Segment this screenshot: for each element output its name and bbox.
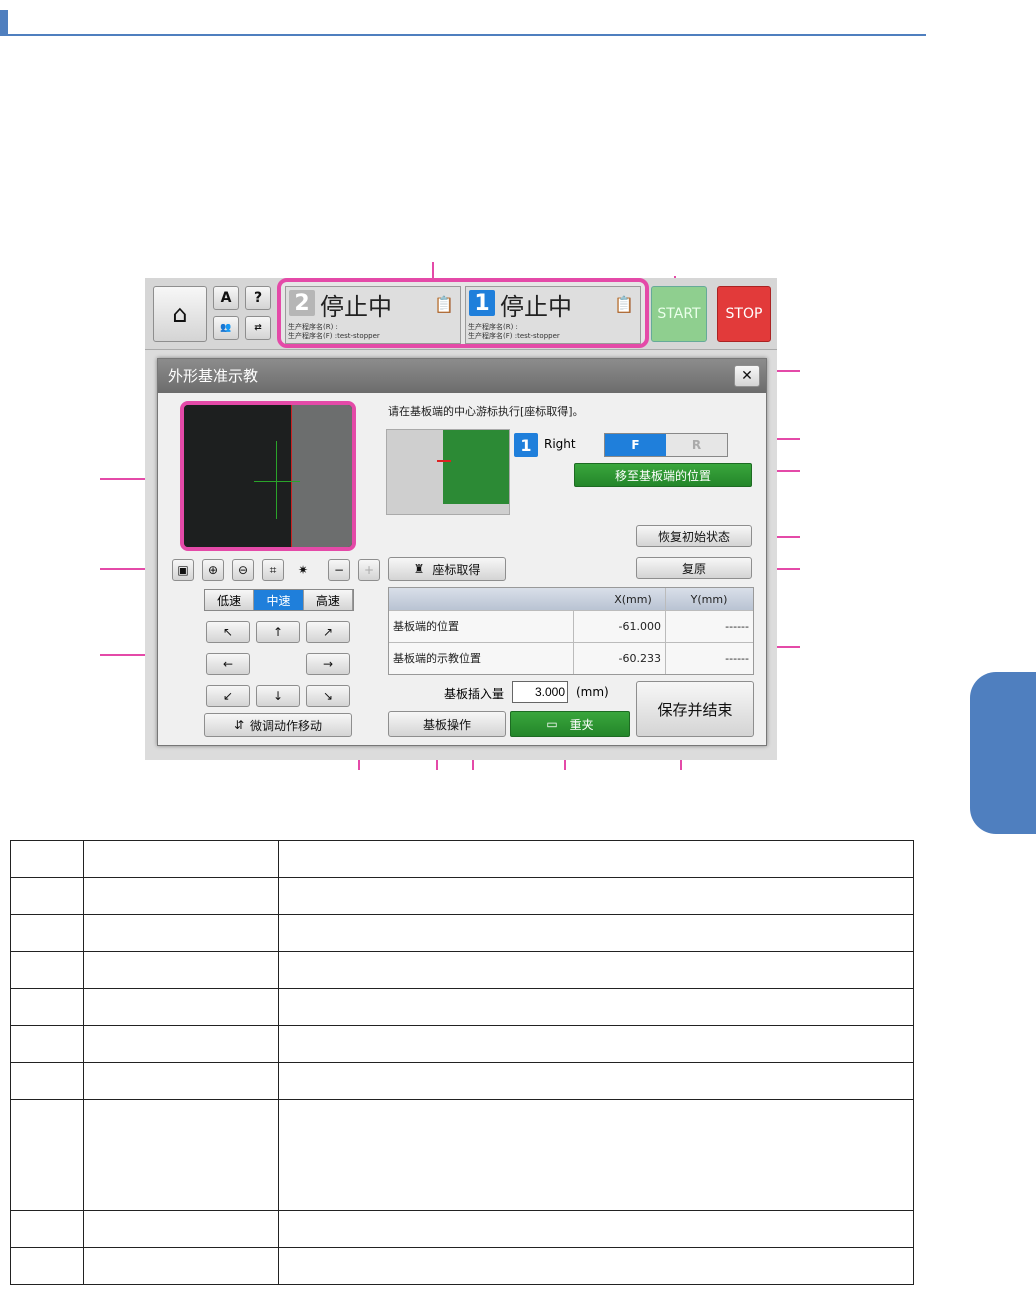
home-button[interactable]: ⌂ (153, 286, 207, 342)
fr-selector: F R (604, 433, 728, 457)
fine-move-icon: ⇵ (233, 718, 245, 732)
move-down-left-button[interactable]: ↙ (206, 685, 250, 707)
move-right-button[interactable]: → (306, 653, 350, 675)
row-teach-position-label: 基板端的示教位置 (393, 652, 481, 665)
close-button[interactable]: ✕ (734, 365, 760, 387)
restore-button[interactable]: 复原 (636, 557, 752, 579)
section-marker (0, 10, 8, 36)
save-and-exit-button[interactable]: 保存并结束 (636, 681, 754, 737)
cursor-vertical (276, 441, 277, 519)
reset-initial-button[interactable]: 恢复初始状态 (636, 525, 752, 547)
image-settings-icon[interactable]: ▣ (172, 559, 194, 581)
lane-side-label: Right (544, 437, 576, 451)
board-preview (386, 429, 510, 515)
lane1-state: 停止中 (500, 293, 572, 321)
move-left-button[interactable]: ← (206, 653, 250, 675)
lane2-number: 2 (289, 290, 315, 316)
move-up-right-button[interactable]: ↗ (306, 621, 350, 643)
zoom-in-icon[interactable]: ⊕ (202, 559, 224, 581)
row-edge-position-y: ------ (725, 619, 749, 633)
insert-amount-label: 基板插入量 (444, 687, 505, 701)
edge-line (291, 405, 292, 547)
row-teach-position-y: ------ (725, 651, 749, 665)
lane1-program: 生产程序名(R) : 生产程序名(F) :test-stopper (468, 323, 560, 340)
conveyor-icon[interactable]: ⇄ (245, 316, 271, 340)
position-table: X(mm) Y(mm) 基板端的位置 -61.000 ------ 基板端的示教… (388, 587, 754, 675)
operator-icon[interactable]: 👥 (213, 316, 239, 340)
cursor-horizontal (254, 481, 300, 482)
speed-low[interactable]: 低速 (205, 590, 255, 610)
move-up-button[interactable]: ↑ (256, 621, 300, 643)
edge-marker (437, 460, 451, 462)
reclamp-icon: ▭ (546, 717, 558, 731)
move-up-left-button[interactable]: ↖ (206, 621, 250, 643)
help-button[interactable]: ? (245, 286, 271, 310)
light-icon[interactable]: ✷ (292, 559, 314, 581)
keyboard-button[interactable]: A (213, 286, 239, 310)
move-down-right-button[interactable]: ↘ (306, 685, 350, 707)
lane2-state: 停止中 (320, 293, 392, 321)
board-operation-button[interactable]: 基板操作 (388, 711, 506, 737)
home-icon: ⌂ (172, 300, 188, 328)
speed-high[interactable]: 高速 (303, 590, 353, 610)
minus-button[interactable]: − (328, 559, 350, 581)
plus-button[interactable]: + (358, 559, 380, 581)
reclamp-button[interactable]: ▭ 重夹 (510, 711, 630, 737)
dialog-title: 外形基准示教 (158, 359, 766, 393)
lane2-program: 生产程序名(R) : 生产程序名(F) :test-stopper (288, 323, 380, 340)
camera-view[interactable] (180, 401, 356, 551)
stop-button[interactable]: STOP (717, 286, 771, 342)
pcb-image (443, 430, 509, 504)
move-to-edge-button[interactable]: 移至基板端的位置 (574, 463, 752, 487)
reference-table (10, 840, 914, 1285)
lane2-status: 2 停止中 📋 生产程序名(R) : 生产程序名(F) :test-stopper (285, 286, 461, 344)
move-down-button[interactable]: ↓ (256, 685, 300, 707)
lane1-number: 1 (469, 290, 495, 316)
fine-move-button[interactable]: ⇵ 微调动作移动 (204, 713, 352, 737)
speed-selector: 低速 中速 高速 (204, 589, 354, 611)
get-coordinate-button[interactable]: ♜ 座标取得 (388, 557, 506, 581)
col-y-header: Y(mm) (690, 592, 728, 606)
chapter-tab (970, 672, 1036, 834)
lane-number-badge: 1 (514, 433, 538, 457)
insert-amount-field[interactable] (512, 681, 568, 703)
section-rule (8, 34, 926, 36)
clipboard-icon: 📋 (614, 295, 634, 314)
clipboard-icon: 📋 (434, 295, 454, 314)
rear-toggle[interactable]: R (666, 434, 727, 456)
front-toggle[interactable]: F (605, 434, 666, 456)
speed-mid[interactable]: 中速 (254, 590, 304, 610)
lane1-status: 1 停止中 📋 生产程序名(R) : 生产程序名(F) :test-stopper (465, 286, 641, 344)
zoom-out-icon[interactable]: ⊖ (232, 559, 254, 581)
top-bar: ⌂ A ? 👥 ⇄ 2 停止中 📋 生产程序名(R) : 生产程序名(F) :te… (145, 278, 777, 350)
col-x-header: X(mm) (614, 592, 652, 606)
coordinate-icon: ♜ (413, 562, 425, 576)
lane-status-group: 2 停止中 📋 生产程序名(R) : 生产程序名(F) :test-stopper… (277, 278, 649, 348)
start-button[interactable]: START (651, 286, 707, 342)
row-edge-position-label: 基板端的位置 (393, 620, 459, 633)
fit-icon[interactable]: ⌗ (262, 559, 284, 581)
row-teach-position-x: -60.233 (618, 651, 661, 665)
teach-dialog: 外形基准示教 ✕ ▣ ⊕ ⊖ ⌗ ✷ − + 低速 中速 高速 ↖ ↑ ↗ ← … (157, 358, 767, 746)
instruction-text: 请在基板端的中心游标执行[座标取得]。 (388, 405, 584, 418)
insert-unit: (mm) (576, 685, 609, 699)
row-edge-position-x: -61.000 (618, 619, 661, 633)
machine-screen: ⌂ A ? 👥 ⇄ 2 停止中 📋 生产程序名(R) : 生产程序名(F) :te… (145, 278, 777, 760)
